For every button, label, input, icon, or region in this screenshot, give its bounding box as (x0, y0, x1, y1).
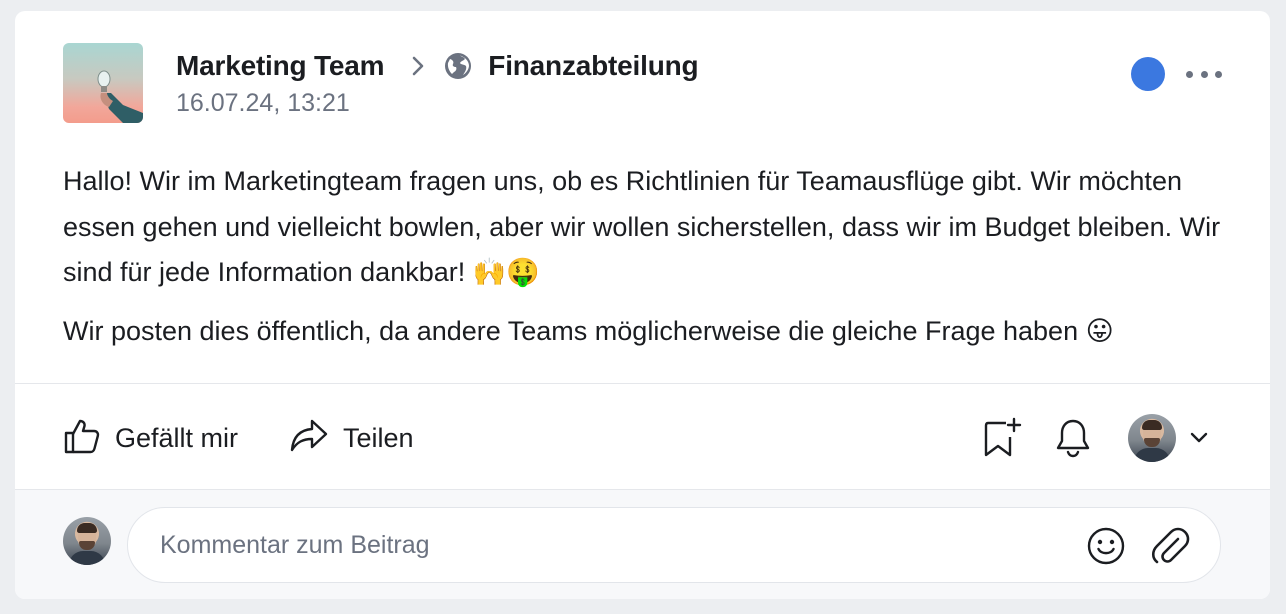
post-header: Marketing Team Finanzabteilung 16.07.24,… (15, 11, 1270, 141)
comment-input[interactable] (160, 508, 1060, 582)
thumbs-up-icon (63, 417, 101, 460)
post-paragraph: Hallo! Wir im Marketingteam fragen uns, … (63, 166, 1221, 287)
post-timestamp: 16.07.24, 13:21 (176, 89, 350, 117)
comment-area (15, 490, 1270, 599)
bell-icon[interactable] (1051, 416, 1095, 460)
lightbulb-image (97, 70, 143, 123)
more-horizontal-icon[interactable] (1186, 61, 1222, 87)
post-paragraph: Wir posten dies öffentlich, da andere Te… (63, 315, 1114, 346)
destination-name[interactable]: Finanzabteilung (488, 50, 698, 82)
group-avatar[interactable] (63, 43, 143, 123)
paperclip-icon[interactable] (1150, 525, 1190, 567)
author-name[interactable]: Marketing Team (176, 50, 384, 82)
share-button[interactable]: Teilen (289, 414, 414, 462)
globe-icon (444, 52, 472, 80)
smiley-icon[interactable] (1086, 526, 1126, 566)
avatar (1128, 414, 1176, 462)
like-button[interactable]: Gefällt mir (63, 414, 238, 462)
bookmark-plus-icon[interactable] (980, 416, 1024, 460)
like-label: Gefällt mir (115, 422, 239, 453)
avatar (63, 517, 111, 565)
chevron-right-icon (412, 56, 424, 76)
share-arrow-icon (289, 418, 329, 459)
share-label: Teilen (343, 422, 414, 453)
author-select[interactable] (1128, 413, 1208, 463)
post-card: Marketing Team Finanzabteilung 16.07.24,… (15, 11, 1270, 599)
breadcrumb: Marketing Team Finanzabteilung (176, 49, 699, 83)
comment-field (127, 507, 1221, 583)
post-actions: Gefällt mir Teilen (15, 384, 1270, 489)
status-indicator (1131, 57, 1165, 91)
post-body: Hallo! Wir im Marketingteam fragen uns, … (63, 159, 1223, 354)
chevron-down-icon (1190, 432, 1208, 444)
